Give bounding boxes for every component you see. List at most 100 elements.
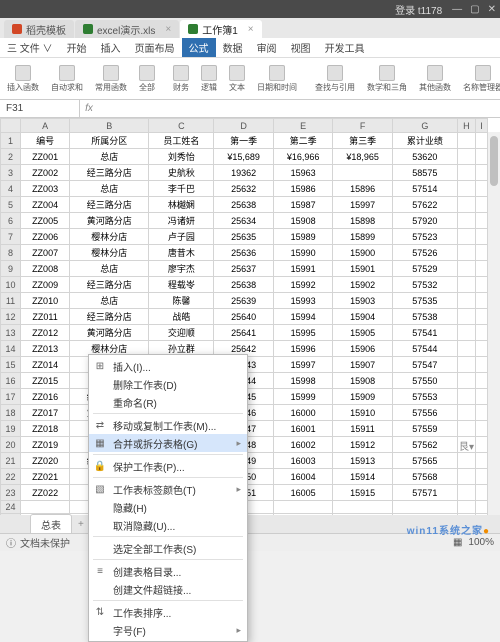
context-menu-item[interactable]: ⊞插入(I)... <box>89 357 247 375</box>
row-header[interactable]: 12 <box>1 309 21 325</box>
cell[interactable] <box>457 213 475 229</box>
cell[interactable]: ¥16,966 <box>273 149 332 165</box>
cell[interactable] <box>457 245 475 261</box>
cell[interactable]: 林樾娴 <box>149 197 214 213</box>
cell[interactable]: 16001 <box>273 421 332 437</box>
menu-item[interactable]: 插入 <box>94 38 128 57</box>
add-sheet-icon[interactable]: + <box>78 519 84 530</box>
cell[interactable] <box>21 501 70 514</box>
cell[interactable] <box>457 133 475 149</box>
cell[interactable]: 第一季 <box>214 133 273 149</box>
cell[interactable]: ZZ003 <box>21 181 70 197</box>
context-menu-item[interactable]: 选定全部工作表(S) <box>89 539 247 557</box>
row-header[interactable]: 18 <box>1 405 21 421</box>
fx-icon[interactable]: fx <box>80 103 98 114</box>
cell[interactable]: ZZ010 <box>21 293 70 309</box>
cell[interactable]: 15903 <box>333 293 392 309</box>
cell[interactable]: 15900 <box>333 245 392 261</box>
row-header[interactable]: 21 <box>1 453 21 469</box>
ribbon-button[interactable]: 文本 <box>226 65 248 93</box>
minimize-icon[interactable]: — <box>452 4 462 15</box>
cell[interactable]: 第三季 <box>333 133 392 149</box>
ribbon-button[interactable]: 常用函数 <box>92 65 130 93</box>
cell[interactable] <box>476 197 488 213</box>
row-header[interactable]: 3 <box>1 165 21 181</box>
ribbon-button[interactable]: 数学和三角 <box>364 65 410 93</box>
cell[interactable]: 15986 <box>273 181 332 197</box>
row-header[interactable]: 15 <box>1 357 21 373</box>
cell[interactable]: 15898 <box>333 213 392 229</box>
cell[interactable] <box>457 181 475 197</box>
cell[interactable]: 15908 <box>333 373 392 389</box>
cell[interactable]: 15912 <box>333 437 392 453</box>
cell[interactable]: 25640 <box>214 309 273 325</box>
cell[interactable] <box>457 229 475 245</box>
cell[interactable]: 冯诸妍 <box>149 213 214 229</box>
cell[interactable]: 15989 <box>273 229 332 245</box>
ribbon-button[interactable]: 自动求和 <box>48 65 86 93</box>
cell[interactable]: 15899 <box>333 229 392 245</box>
cell[interactable] <box>457 165 475 181</box>
menu-item[interactable]: 开发工具 <box>318 38 372 57</box>
cell[interactable]: 19362 <box>214 165 273 181</box>
column-header[interactable]: C <box>149 119 214 133</box>
column-header[interactable]: E <box>273 119 332 133</box>
row-header[interactable]: 14 <box>1 341 21 357</box>
cell[interactable]: 总店 <box>70 149 149 165</box>
cell[interactable]: 经三路分店 <box>70 309 149 325</box>
cell[interactable]: 25635 <box>214 229 273 245</box>
cell[interactable]: 15997 <box>273 357 332 373</box>
paste-options-icon[interactable]: 艮▾ <box>459 438 474 453</box>
cell[interactable]: ZZ016 <box>21 389 70 405</box>
cell[interactable]: 15914 <box>333 469 392 485</box>
column-header[interactable]: F <box>333 119 392 133</box>
cell[interactable]: 15997 <box>333 197 392 213</box>
cell[interactable]: 15991 <box>273 261 332 277</box>
column-header[interactable]: H <box>457 119 475 133</box>
file-tab[interactable]: excel演示.xls× <box>75 20 179 38</box>
cell[interactable]: ZZ008 <box>21 261 70 277</box>
cell[interactable]: ZZ007 <box>21 245 70 261</box>
cell[interactable]: 15993 <box>273 293 332 309</box>
cell[interactable]: ZZ013 <box>21 341 70 357</box>
sheet-tab-active[interactable]: 总表 <box>30 514 72 534</box>
cell[interactable]: 15908 <box>273 213 332 229</box>
user-label[interactable]: 登录 t1178 <box>395 2 442 17</box>
cell[interactable]: 57568 <box>392 469 457 485</box>
cell[interactable]: 57541 <box>392 325 457 341</box>
cell[interactable]: ZZ009 <box>21 277 70 293</box>
row-header[interactable]: 24 <box>1 501 21 514</box>
file-tab[interactable]: 稻壳模板 <box>4 20 74 38</box>
cell[interactable]: ZZ021 <box>21 469 70 485</box>
cell[interactable]: 樱林分店 <box>70 245 149 261</box>
cell[interactable]: ZZ002 <box>21 165 70 181</box>
cell[interactable]: 15901 <box>333 261 392 277</box>
cell[interactable]: 15910 <box>333 405 392 421</box>
cell[interactable] <box>476 277 488 293</box>
close-tab-icon[interactable]: × <box>248 24 254 35</box>
cell[interactable]: ZZ012 <box>21 325 70 341</box>
row-header[interactable]: 8 <box>1 245 21 261</box>
cell[interactable] <box>476 261 488 277</box>
vertical-scrollbar[interactable] <box>488 132 500 515</box>
cell[interactable]: ZZ014 <box>21 357 70 373</box>
cell[interactable] <box>457 453 475 469</box>
cell[interactable]: 16003 <box>273 453 332 469</box>
cell[interactable] <box>476 373 488 389</box>
cell[interactable]: 57556 <box>392 405 457 421</box>
ribbon-button[interactable]: 日期和时间 <box>254 65 300 93</box>
cell[interactable] <box>457 421 475 437</box>
close-tab-icon[interactable]: × <box>165 24 171 35</box>
cell[interactable]: 57532 <box>392 277 457 293</box>
column-header[interactable]: I <box>476 119 488 133</box>
cell[interactable]: 15992 <box>273 277 332 293</box>
cell[interactable]: 53620 <box>392 149 457 165</box>
cell[interactable] <box>457 357 475 373</box>
cell[interactable]: ¥18,965 <box>333 149 392 165</box>
cell[interactable] <box>476 229 488 245</box>
cell[interactable]: ZZ006 <box>21 229 70 245</box>
cell[interactable]: 16004 <box>273 469 332 485</box>
cell[interactable]: 16000 <box>273 405 332 421</box>
row-header[interactable]: 1 <box>1 133 21 149</box>
cell[interactable] <box>476 181 488 197</box>
